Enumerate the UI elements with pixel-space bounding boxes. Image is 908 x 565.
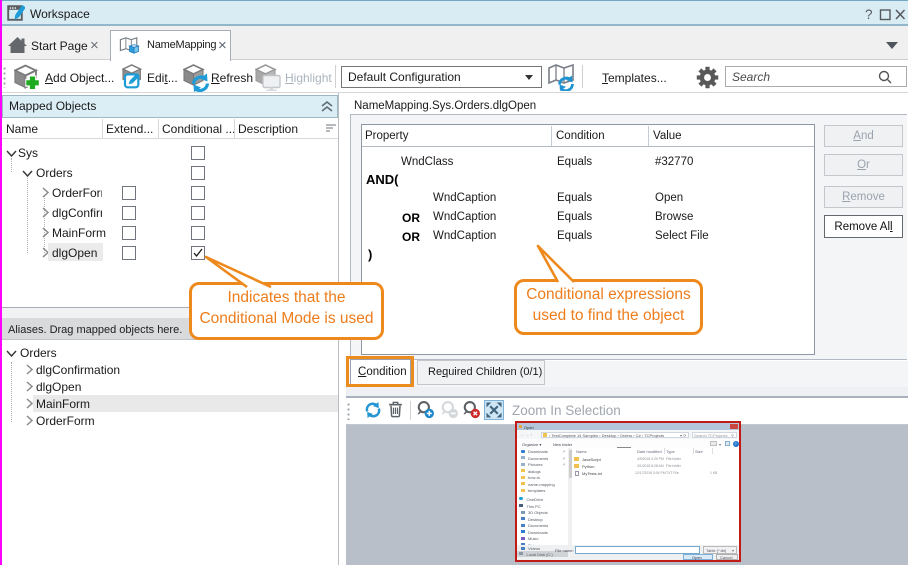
svg-text:?: ? — [865, 7, 873, 21]
